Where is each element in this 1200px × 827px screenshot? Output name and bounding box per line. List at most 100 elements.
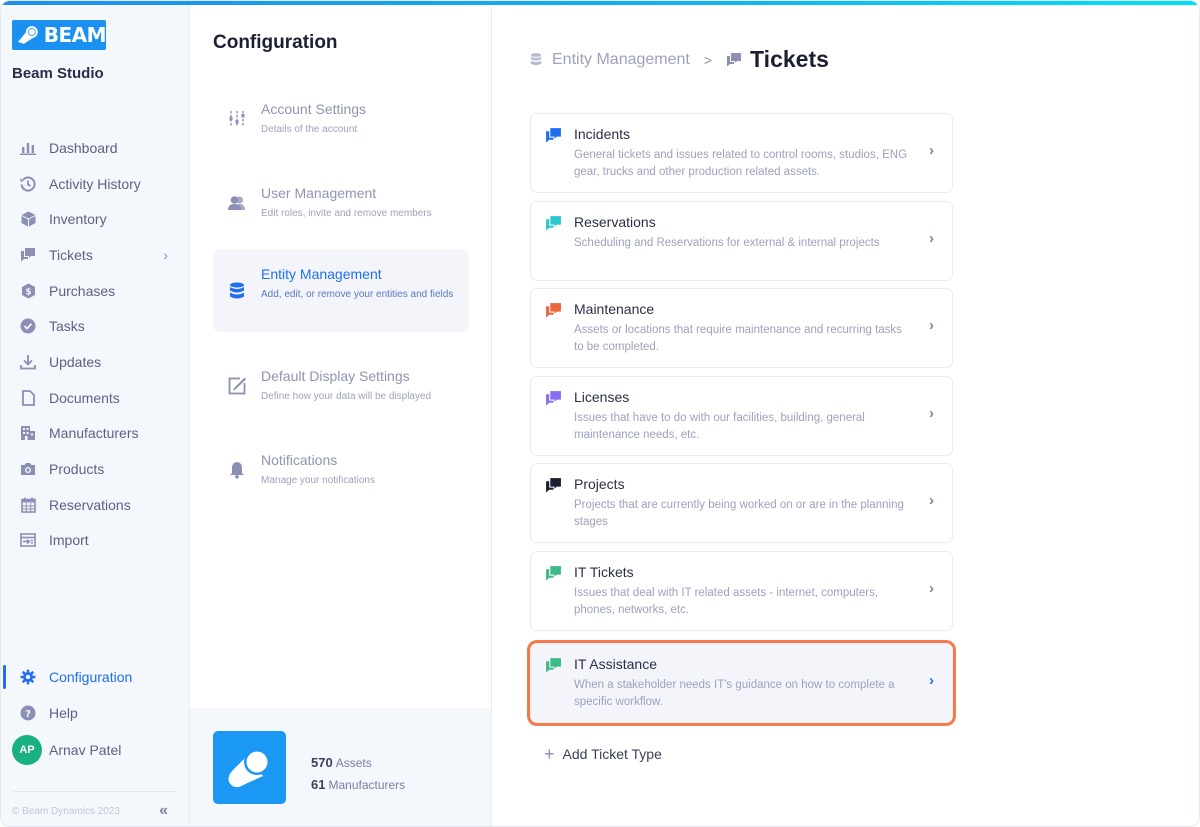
chevron-right-icon: ›: [929, 579, 934, 597]
sliders-icon: [227, 109, 247, 129]
config-item-desc: Edit roles, invite and remove members: [261, 208, 432, 219]
main-content: Entity Management > Tickets Incidents Ge…: [492, 5, 1199, 826]
sidebar-bottom: Configuration ? Help AP Arnav Patel: [1, 659, 190, 770]
sidebar-item-label: Tasks: [49, 318, 85, 335]
database-icon: [227, 281, 247, 301]
page-title: Tickets: [750, 46, 829, 72]
chat-bubbles-icon: [546, 390, 561, 406]
sidebar-item-manufacturers[interactable]: Manufacturers: [1, 416, 190, 452]
chat-bubbles-icon: [546, 478, 561, 493]
svg-text:?: ?: [25, 709, 31, 720]
ticket-type-name: Maintenance: [574, 301, 655, 318]
app-window: BEAM Beam Studio Dashboard Activity Hist…: [0, 0, 1200, 827]
ticket-type-name: Projects: [574, 476, 625, 493]
sidebar-item-dashboard[interactable]: Dashboard: [1, 130, 190, 166]
config-item-default-display-settings[interactable]: Default Display Settings Define how your…: [213, 358, 469, 414]
sidebar-item-label: Reservations: [49, 496, 131, 513]
ticket-type-desc: General tickets and issues related to co…: [574, 149, 908, 178]
sidebar-item-label: Import: [49, 532, 89, 549]
ticket-type-maintenance[interactable]: Maintenance Assets or locations that req…: [530, 288, 953, 369]
chat-bubbles-icon: [546, 658, 561, 673]
sidebar-item-updates[interactable]: Updates: [1, 344, 190, 380]
config-item-title: User Management: [261, 185, 377, 201]
chevron-right-icon: ›: [929, 492, 934, 510]
users-icon: [227, 193, 247, 213]
stats-text: 570 Assets 61 Manufacturers: [311, 752, 405, 796]
sidebar-item-label: Configuration: [49, 668, 133, 685]
config-item-title: Notifications: [261, 452, 338, 468]
sidebar-item-reservations[interactable]: Reservations: [1, 487, 190, 523]
config-item-entity-management[interactable]: Entity Management Add, edit, or remove y…: [213, 249, 469, 332]
sidebar-item-activity-history[interactable]: Activity History: [1, 166, 190, 202]
chevron-right-icon: ›: [929, 671, 934, 689]
chevron-right-icon: ›: [929, 142, 934, 159]
config-item-user-management[interactable]: User Management Edit roles, invite and r…: [213, 175, 469, 231]
sidebar-item-import[interactable]: Import: [1, 523, 190, 559]
user-profile[interactable]: AP Arnav Patel: [1, 730, 190, 770]
beam-logo[interactable]: BEAM: [12, 20, 107, 50]
sidebar-item-documents[interactable]: Documents: [1, 380, 190, 416]
ticket-type-licenses[interactable]: Licenses Issues that have to do with our…: [530, 375, 953, 456]
add-ticket-type-button[interactable]: + Add Ticket Type: [544, 745, 662, 763]
account-stats: 570 Assets 61 Manufacturers: [190, 708, 491, 826]
sidebar-item-label: Documents: [49, 389, 120, 406]
sidebar-item-label: Products: [49, 461, 105, 478]
ticket-type-desc: Issues that have to do with our faciliti…: [574, 411, 865, 441]
logo-text: BEAM: [43, 23, 107, 47]
ticket-type-desc: Issues that deal with IT related assets …: [574, 586, 879, 616]
config-item-notifications[interactable]: Notifications Manage your notifications: [213, 442, 469, 498]
ticket-type-list: Incidents General tickets and issues rel…: [530, 113, 953, 731]
import-icon: [19, 531, 37, 549]
sidebar-item-label: Purchases: [49, 282, 116, 299]
ticket-type-desc: Scheduling and Reservations for external…: [574, 236, 880, 249]
sidebar-item-label: Inventory: [49, 211, 107, 228]
ticket-type-name: Licenses: [574, 388, 630, 405]
sidebar-item-tickets[interactable]: Tickets ›: [1, 237, 190, 273]
sidebar-item-inventory[interactable]: Inventory: [1, 201, 190, 237]
chat-bubbles-icon: [19, 246, 37, 264]
ticket-type-incidents[interactable]: Incidents General tickets and issues rel…: [530, 113, 953, 193]
manufacturers-label: Manufacturers: [328, 778, 406, 792]
add-ticket-type-label: Add Ticket Type: [562, 746, 662, 762]
sidebar-item-label: Dashboard: [49, 139, 118, 156]
collapse-sidebar-icon[interactable]: «: [159, 802, 168, 820]
sidebar-item-products[interactable]: Products: [1, 451, 190, 487]
ticket-type-reservations[interactable]: Reservations Scheduling and Reservations…: [530, 200, 953, 281]
ticket-type-desc: Projects that are currently being worked…: [574, 499, 904, 529]
assets-count: 570: [311, 755, 333, 770]
ticket-type-it-assistance[interactable]: IT Assistance When a stakeholder needs I…: [530, 642, 953, 723]
avatar: AP: [12, 735, 42, 766]
sidebar-item-tasks[interactable]: Tasks: [1, 308, 190, 344]
config-item-account-settings[interactable]: Account Settings Details of the account: [213, 91, 469, 147]
breadcrumb-separator: >: [703, 51, 713, 68]
chevron-right-icon: ›: [929, 317, 934, 335]
ticket-type-desc: When a stakeholder needs IT's guidance o…: [574, 678, 895, 708]
chat-bubbles-icon: [546, 128, 561, 143]
document-icon: [19, 389, 37, 407]
ticket-type-projects[interactable]: Projects Projects that are currently bei…: [530, 463, 953, 544]
svg-text:$: $: [25, 287, 31, 297]
user-name: Arnav Patel: [49, 742, 122, 759]
sidebar-item-configuration[interactable]: Configuration: [1, 659, 190, 695]
dollar-badge-icon: $: [19, 282, 37, 300]
ticket-type-name: IT Assistance: [574, 655, 658, 672]
sidebar: BEAM Beam Studio Dashboard Activity Hist…: [1, 5, 190, 826]
ticket-type-name: IT Tickets: [574, 563, 634, 580]
breadcrumb-entity-management[interactable]: Entity Management: [552, 51, 690, 69]
ticket-type-desc: Assets or locations that require mainten…: [574, 324, 902, 354]
database-icon: [530, 52, 544, 68]
config-item-desc: Define how your data will be displayed: [261, 391, 432, 402]
breadcrumb: Entity Management > Tickets: [530, 46, 829, 73]
chat-bubbles-icon: [546, 215, 561, 231]
config-item-title: Entity Management: [261, 266, 382, 282]
gear-icon: [19, 668, 37, 686]
ticket-type-it-tickets[interactable]: IT Tickets Issues that deal with IT rela…: [530, 550, 953, 631]
beam-logo-icon: [17, 26, 38, 44]
manufacturers-stat: 61 Manufacturers: [311, 774, 405, 796]
sidebar-item-purchases[interactable]: $ Purchases: [1, 273, 190, 309]
config-title: Configuration: [213, 32, 338, 53]
sidebar-item-label: Tickets: [49, 246, 93, 263]
sidebar-item-help[interactable]: ? Help: [1, 695, 190, 731]
config-item-title: Account Settings: [261, 101, 367, 117]
assets-stat: 570 Assets: [311, 752, 405, 774]
